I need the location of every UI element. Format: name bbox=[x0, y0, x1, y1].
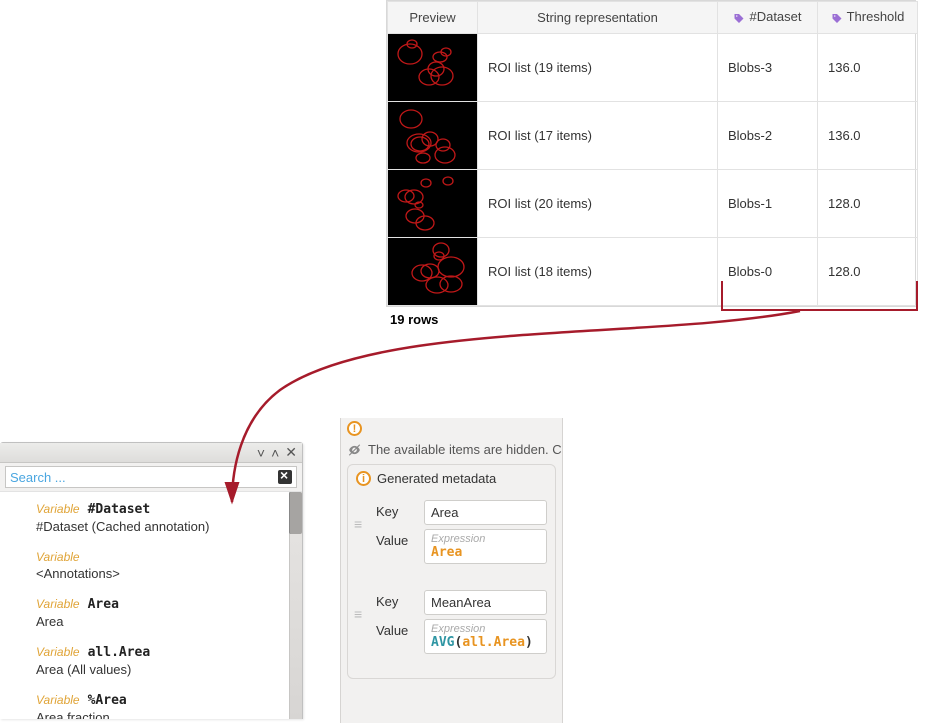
col-preview[interactable]: Preview bbox=[388, 2, 478, 34]
variable-name: Area bbox=[88, 597, 119, 612]
variable-entry[interactable]: Variable all.Area Area (All values) bbox=[0, 641, 302, 679]
table-row[interactable]: ROI list (20 items) Blobs-1 128.0 bbox=[388, 169, 918, 237]
metadata-block: Key MeanArea Value Expression AVG(all.Ar… bbox=[372, 584, 551, 660]
key-field[interactable]: Area bbox=[424, 500, 547, 525]
metadata-block: Key Area Value Expression Area bbox=[372, 494, 551, 570]
variables-panel: ˅ ˄ ✕ Variable #Dataset #Dataset (Cached… bbox=[0, 442, 303, 719]
variable-entry[interactable]: Variable %Area Area fraction bbox=[0, 689, 302, 719]
variable-label: Variable bbox=[36, 645, 80, 659]
dataset-cell: Blobs-2 bbox=[718, 101, 818, 169]
hidden-items-text: The available items are hidden. Clic bbox=[368, 442, 562, 457]
variable-desc: Area fraction bbox=[36, 708, 296, 719]
warning-icon: ! bbox=[347, 421, 362, 436]
variable-label: Variable bbox=[36, 693, 80, 707]
expression-label: Expression bbox=[431, 533, 540, 545]
string-repr-cell: ROI list (20 items) bbox=[478, 169, 718, 237]
variable-name: %Area bbox=[88, 693, 127, 708]
variable-desc: #Dataset (Cached annotation) bbox=[36, 517, 296, 534]
threshold-cell: 136.0 bbox=[818, 33, 918, 101]
col-string-repr[interactable]: String representation bbox=[478, 2, 718, 34]
dataset-cell: Blobs-3 bbox=[718, 33, 818, 101]
chevron-down-icon[interactable]: ˅ bbox=[257, 445, 265, 461]
tag-icon bbox=[733, 10, 745, 26]
value-field[interactable]: Expression AVG(all.Area) bbox=[424, 619, 547, 654]
value-label: Value bbox=[376, 529, 418, 564]
metadata-panel: ! The available items are hidden. Clic i… bbox=[340, 418, 563, 723]
variable-desc: Area (All values) bbox=[36, 660, 296, 677]
variable-label: Variable bbox=[36, 550, 80, 564]
threshold-cell: 136.0 bbox=[818, 101, 918, 169]
key-label: Key bbox=[376, 500, 418, 525]
titlebar: ˅ ˄ ✕ bbox=[0, 443, 302, 463]
col-dataset[interactable]: #Dataset bbox=[718, 2, 818, 34]
preview-thumb[interactable] bbox=[388, 169, 478, 237]
variable-desc: <Annotations> bbox=[36, 564, 296, 581]
variable-name: #Dataset bbox=[88, 502, 151, 517]
chevron-up-icon[interactable]: ˄ bbox=[271, 445, 279, 461]
value-label: Value bbox=[376, 619, 418, 654]
variable-entry[interactable]: Variable #Dataset #Dataset (Cached annot… bbox=[0, 498, 302, 536]
close-icon[interactable]: ✕ bbox=[285, 444, 297, 461]
tag-icon bbox=[831, 10, 843, 26]
search-input[interactable] bbox=[10, 470, 278, 485]
search-clear-icon[interactable] bbox=[278, 470, 292, 484]
key-label: Key bbox=[376, 590, 418, 615]
col-threshold[interactable]: Threshold bbox=[818, 2, 918, 34]
preview-thumb[interactable] bbox=[388, 237, 478, 305]
dataset-cell: Blobs-1 bbox=[718, 169, 818, 237]
expression-code: AVG(all.Area) bbox=[431, 635, 540, 650]
eye-slash-icon bbox=[347, 442, 362, 457]
variable-label: Variable bbox=[36, 502, 80, 516]
generated-metadata-group: i Generated metadata Key Area Value Expr… bbox=[347, 464, 556, 679]
table-row[interactable]: ROI list (19 items) Blobs-3 136.0 bbox=[388, 33, 918, 101]
expression-code: Area bbox=[431, 545, 540, 560]
variable-entry[interactable]: Variable Area Area bbox=[0, 593, 302, 631]
table-row[interactable]: ROI list (17 items) Blobs-2 136.0 bbox=[388, 101, 918, 169]
string-repr-cell: ROI list (19 items) bbox=[478, 33, 718, 101]
variable-name: all.Area bbox=[88, 645, 151, 660]
row-count-label: 19 rows bbox=[390, 312, 438, 327]
results-table[interactable]: Preview String representation #Dataset T… bbox=[386, 0, 916, 307]
variable-list[interactable]: Variable #Dataset #Dataset (Cached annot… bbox=[0, 491, 302, 719]
key-field[interactable]: MeanArea bbox=[424, 590, 547, 615]
variable-entry[interactable]: Variable <Annotations> bbox=[0, 546, 302, 583]
value-field[interactable]: Expression Area bbox=[424, 529, 547, 564]
group-title: Generated metadata bbox=[377, 471, 496, 486]
preview-thumb[interactable] bbox=[388, 101, 478, 169]
info-icon: i bbox=[356, 471, 371, 486]
string-repr-cell: ROI list (18 items) bbox=[478, 237, 718, 305]
string-repr-cell: ROI list (17 items) bbox=[478, 101, 718, 169]
threshold-cell: 128.0 bbox=[818, 169, 918, 237]
preview-thumb[interactable] bbox=[388, 33, 478, 101]
expression-label: Expression bbox=[431, 623, 540, 635]
variable-label: Variable bbox=[36, 597, 80, 611]
variable-desc: Area bbox=[36, 612, 296, 629]
highlight-box bbox=[721, 281, 918, 311]
